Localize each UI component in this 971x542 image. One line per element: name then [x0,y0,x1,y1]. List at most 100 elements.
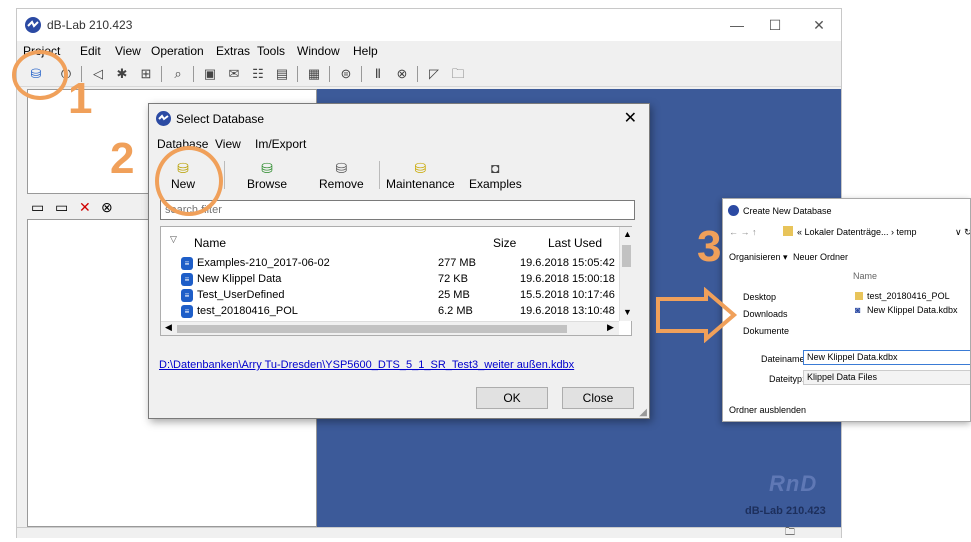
stop-icon[interactable]: ⊗ [393,65,411,83]
annotation-ring-2 [155,146,223,216]
examples-label: Examples [469,177,522,191]
run-icon[interactable]: ⊜ [337,65,355,83]
organize-menu[interactable]: Organisieren ▾ [729,252,788,263]
remove-database-button[interactable]: ⛁ Remove [319,159,364,191]
app-logo-icon [25,17,41,33]
copy-operation-icon[interactable]: ▭ [55,199,68,216]
delete-icon[interactable]: ✕ [79,199,91,216]
scroll-up-icon[interactable]: ▲ [623,229,632,239]
remove-database-label: Remove [319,177,364,191]
ribbon-separator [379,161,380,189]
scroll-down-icon[interactable]: ▼ [623,307,632,317]
menu-window[interactable]: Window [297,44,340,58]
list-item[interactable]: ≡ test_20180416_POL 6.2 MB 19.6.2018 13:… [181,305,631,319]
file-item-kdbx[interactable]: New Klippel Data.kdbx [867,305,958,315]
browse-label: Browse [247,177,288,191]
menu-view[interactable]: View [115,44,141,58]
resize-grip-icon[interactable]: ◢ [639,407,647,418]
kdbx-file-icon: ◙ [855,305,861,315]
nav-item-downloads[interactable]: Downloads [743,309,788,319]
scroll-thumb[interactable] [622,245,631,267]
database-last-used: 19.6.2018 15:00:18 [520,273,615,285]
dialog-menu-view[interactable]: View [215,137,241,151]
create-dialog-title: Create New Database [743,206,832,216]
database-file-icon: ≡ [181,289,193,302]
filename-input[interactable]: New Klippel Data.kdbx [803,350,970,365]
dialog-logo-icon [156,111,171,126]
folder-icon[interactable]: 🗀 [449,65,467,83]
hide-folders-toggle[interactable]: Ordner ausblenden [729,405,806,415]
pause-icon[interactable]: Ⅱ [369,65,387,83]
toolbar-separator [417,66,418,82]
main-toolbar: ⛁ ⏻ ◁ ✱ ⊞ ⌕ ▣ ✉ ☷ ▤ ▦ ⊜ Ⅱ ⊗ ◸ 🗀 [17,61,841,87]
maintenance-label: Maintenance [386,177,455,191]
mail-icon[interactable]: ✉ [225,65,243,83]
file-list-header-name[interactable]: Name [853,271,877,281]
refresh-icon[interactable]: ∨ ↻ [955,227,970,238]
column-header-size[interactable]: Size [493,236,516,250]
nav-item-documents[interactable]: Dokumente [743,326,789,336]
maximize-button[interactable]: ☐ [755,13,795,37]
properties-icon[interactable]: ▦ [305,65,323,83]
menu-tools[interactable]: Tools [257,44,285,58]
scroll-left-icon[interactable]: ◀ [165,322,172,333]
version-label: dB-Lab 210.423 [745,505,826,517]
minimize-button[interactable]: — [717,13,757,37]
list-item[interactable]: ≡ New Klippel Data 72 KB 19.6.2018 15:00… [181,273,631,287]
list-item[interactable]: ≡ Examples-210_2017-06-02 277 MB 19.6.20… [181,257,631,271]
scroll-right-icon[interactable]: ▶ [607,322,614,333]
scroll-thumb-horizontal[interactable] [177,325,567,333]
cancel-icon[interactable]: ⊗ [101,199,113,216]
menu-edit[interactable]: Edit [80,44,101,58]
database-file-icon: ≡ [181,305,193,318]
database-last-used: 19.6.2018 13:10:48 [520,305,615,317]
address-breadcrumb[interactable]: « Lokaler Datenträge... › temp [797,227,917,237]
close-window-button[interactable]: ✕ [799,13,839,37]
database-list: ▽ Name Size Last Used ≡ Examples-210_201… [160,226,633,336]
filetype-select[interactable]: Klippel Data Files [803,370,970,385]
dialog-menu-imexport[interactable]: Im/Export [255,137,306,151]
column-header-name[interactable]: Name [194,236,226,250]
module-icon[interactable]: ⊞ [137,65,155,83]
vertical-scrollbar[interactable]: ▲ ▼ [619,227,633,321]
screenshot-canvas: dB-Lab 210.423 — ☐ ✕ Project Edit View O… [0,0,971,538]
database-file-icon: ≡ [181,257,193,270]
new-folder-button[interactable]: Neuer Ordner [793,252,848,262]
dialog-close-icon[interactable]: ✕ [624,108,637,128]
toolbar-separator [329,66,330,82]
zoom-icon[interactable]: ⌕ [169,65,187,83]
annotation-number-3: 3 [697,222,722,271]
menu-extras[interactable]: Extras [216,44,250,58]
database-name: Test_UserDefined [197,289,285,301]
horizontal-scrollbar[interactable]: ◀ ▶ [161,321,619,335]
column-header-last-used[interactable]: Last Used [548,236,602,250]
graph-icon[interactable]: ◸ [425,65,443,83]
search-filter-input[interactable] [161,201,634,219]
save-icon[interactable]: ▣ [201,65,219,83]
maintenance-button[interactable]: ⛁ Maintenance [386,159,455,191]
menu-help[interactable]: Help [353,44,378,58]
folder-icon [783,226,793,236]
nav-item-desktop[interactable]: Desktop [743,292,776,302]
list-item[interactable]: ≡ Test_UserDefined 25 MB 15.5.2018 10:17… [181,289,631,303]
browse-button[interactable]: ⛁ Browse [247,159,287,191]
ok-button[interactable]: OK [476,387,548,409]
measurement-icon[interactable]: ✱ [113,65,131,83]
database-size: 25 MB [438,289,470,301]
database-size: 6.2 MB [438,305,473,317]
examples-button[interactable]: ◘ Examples [469,159,522,191]
file-item-folder[interactable]: test_20180416_POL [867,291,950,301]
nav-back-forward-up-icon[interactable]: ← → ↑ [729,227,757,237]
examples-icon: ◘ [491,160,500,176]
database-path-link[interactable]: D:\Datenbanken\Arry Tu-Dresden\YSP5600_D… [159,359,574,371]
new-operation-icon[interactable]: ▭ [31,199,44,216]
database-name: New Klippel Data [197,273,282,285]
export-icon[interactable]: ▤ [273,65,291,83]
database-size: 72 KB [438,273,468,285]
menu-operation[interactable]: Operation [151,44,204,58]
close-button[interactable]: Close [562,387,634,409]
report-icon[interactable]: ☷ [249,65,267,83]
remove-database-icon: ⛁ [335,160,348,176]
folder-status-icon: 🗀 [785,527,795,538]
search-filter-field[interactable] [160,200,635,220]
